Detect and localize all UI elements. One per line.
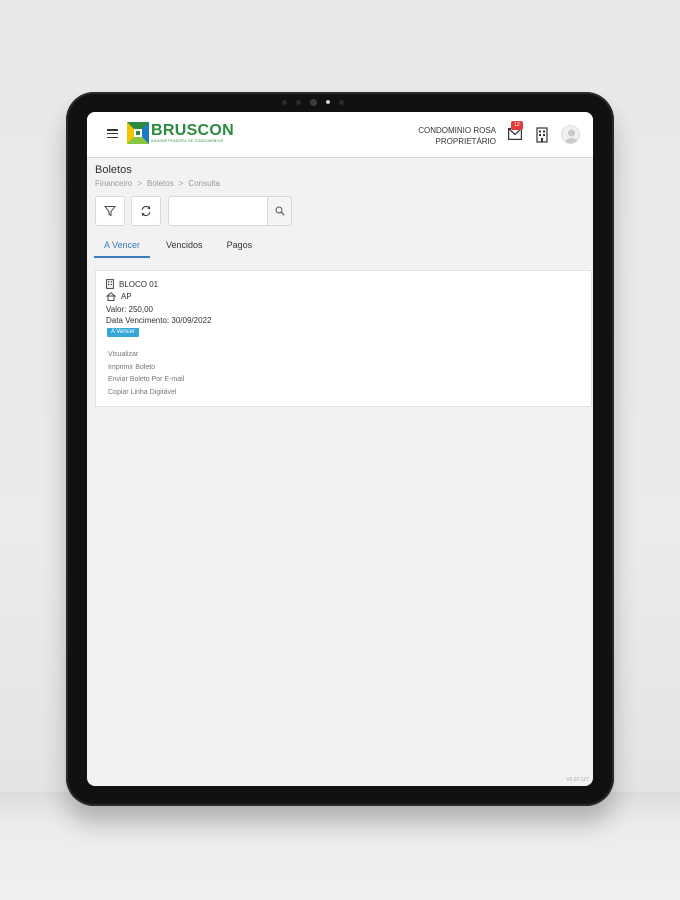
bloco-label: BLOCO 01 <box>119 279 159 289</box>
tab-vencidos[interactable]: Vencidos <box>158 232 211 258</box>
valor-text: Valor: 250,00 <box>106 305 153 314</box>
menu-icon[interactable] <box>107 129 118 138</box>
filter-button[interactable] <box>95 196 125 226</box>
unidade-label: AP <box>121 292 132 301</box>
building-icon <box>106 279 114 289</box>
background-floor <box>0 792 680 900</box>
filter-icon <box>104 206 116 217</box>
breadcrumb-separator: > <box>137 179 143 188</box>
user-avatar-icon[interactable] <box>561 125 580 144</box>
condominium-name: CONDOMINIO ROSA <box>418 126 496 135</box>
search-button[interactable] <box>267 196 292 226</box>
action-imprimir-boleto[interactable]: Imprimir Boleto <box>108 364 184 373</box>
logo-mark-icon <box>127 122 149 144</box>
boleto-card: BLOCO 01 AP Valor: 250,00 Data Venciment… <box>95 270 592 407</box>
action-copiar-linha[interactable]: Copiar Linha Digitável <box>108 389 184 398</box>
search-box <box>168 196 292 226</box>
tab-pagos[interactable]: Pagos <box>219 232 261 258</box>
page-title: Boletos <box>95 164 132 176</box>
user-role: PROPRIETÁRIO <box>435 137 496 146</box>
app-screen: BRUSCON ADMINISTRADORA DE CONDOMÍNIOS CO… <box>87 112 593 786</box>
refresh-icon <box>141 205 151 217</box>
breadcrumb-separator: > <box>178 179 184 188</box>
search-input[interactable] <box>168 196 267 226</box>
refresh-button[interactable] <box>131 196 161 226</box>
vencimento-text: Data Vencimento: 30/09/2022 <box>106 316 212 325</box>
building-icon[interactable] <box>536 127 548 143</box>
action-enviar-email[interactable]: Enviar Boleto Por E-mail <box>108 376 184 385</box>
bruscon-logo: BRUSCON ADMINISTRADORA DE CONDOMÍNIOS <box>127 122 234 144</box>
mail-badge: 12 <box>511 121 523 130</box>
boleto-tabs: A Vencer Vencidos Pagos <box>94 232 268 258</box>
tab-a-vencer[interactable]: A Vencer <box>94 232 151 258</box>
breadcrumb-consulta: Consulta <box>188 179 220 188</box>
unidade-row: AP <box>106 292 132 301</box>
user-info[interactable]: CONDOMINIO ROSA PROPRIETÁRIO <box>418 125 496 147</box>
status-badge: A Vencer <box>107 328 140 337</box>
bloco-row: BLOCO 01 <box>106 279 158 289</box>
house-icon <box>106 292 116 301</box>
boleto-actions: Visualizar Imprimir Boleto Enviar Boleto… <box>108 351 184 397</box>
breadcrumb-financeiro[interactable]: Financeiro <box>95 179 132 188</box>
tablet-camera <box>282 97 344 107</box>
breadcrumb-boletos[interactable]: Boletos <box>147 179 174 188</box>
logo-name: BRUSCON <box>151 121 234 139</box>
logo-subtitle: ADMINISTRADORA DE CONDOMÍNIOS <box>151 138 224 143</box>
version-label: V0.07.127 <box>566 777 589 783</box>
breadcrumb: Financeiro > Boletos > Consulta <box>95 179 220 188</box>
search-icon <box>275 206 285 216</box>
app-header: BRUSCON ADMINISTRADORA DE CONDOMÍNIOS CO… <box>87 112 593 158</box>
action-visualizar[interactable]: Visualizar <box>108 351 184 360</box>
